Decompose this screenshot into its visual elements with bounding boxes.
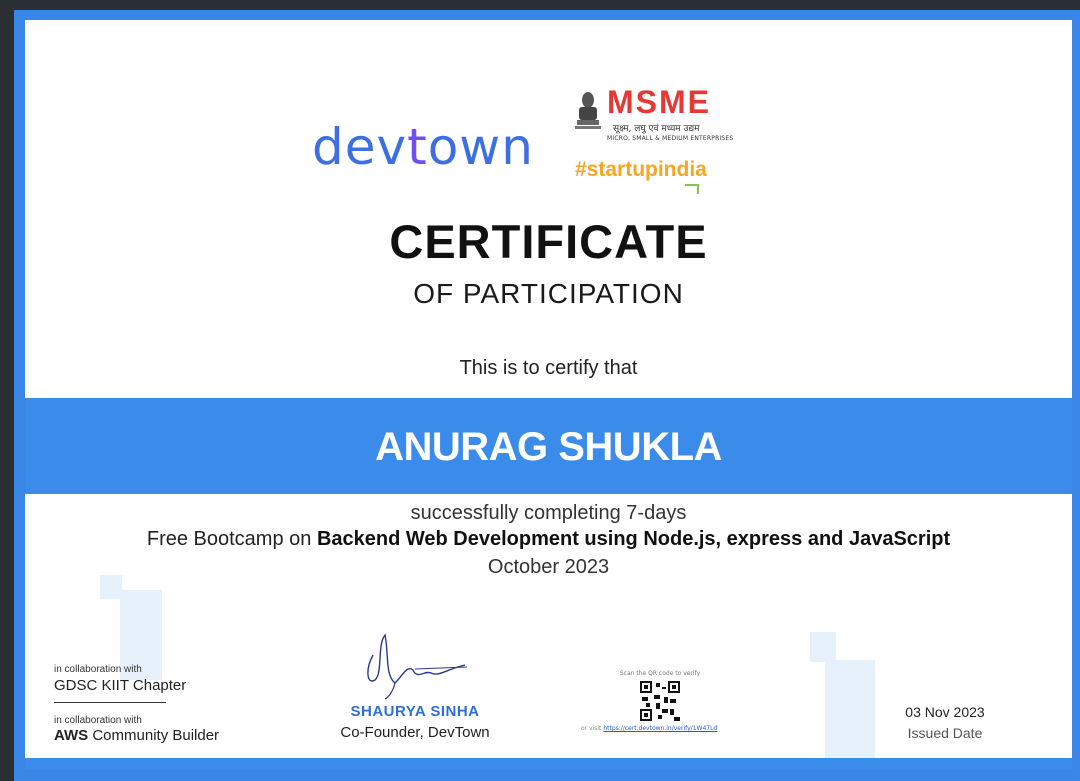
certificate-title: CERTIFICATE xyxy=(389,215,708,268)
recipient-name: ANURAG SHUKLA xyxy=(375,425,722,469)
certificate-sheet: devtown MSME सूक्ष्म, लघु एवं मध्यम उद्य… xyxy=(25,20,1072,770)
issued-date: 03 Nov 2023 xyxy=(905,704,985,720)
startupindia-logo: #startupindia xyxy=(575,158,707,181)
devtown-logo: devtown xyxy=(312,118,534,176)
collab2-name: AWS Community Builder xyxy=(54,727,220,744)
bootcamp-line: Free Bootcamp on Backend Web Development… xyxy=(146,528,951,550)
signature-icon xyxy=(367,633,468,700)
msme-wordmark: MSME xyxy=(607,84,711,120)
certify-text: This is to certify that xyxy=(459,357,638,379)
completion-line: successfully completing 7-days xyxy=(410,502,687,524)
collab1-name: GDSC KIIT Chapter xyxy=(54,677,187,694)
qr-code-icon[interactable] xyxy=(640,681,680,721)
decor-block xyxy=(825,660,875,760)
startup-mark-icon xyxy=(685,184,699,194)
collab2-caption: in collaboration with xyxy=(54,715,142,726)
msme-english-text: MICRO, SMALL & MEDIUM ENTERPRISES xyxy=(607,135,734,142)
bottom-band xyxy=(25,758,1072,770)
certificate-subtitle: OF PARTICIPATION xyxy=(413,278,684,309)
issued-date-label: Issued Date xyxy=(907,725,983,741)
qr-scan-text: Scan the QR code to verify xyxy=(619,670,701,677)
decor-block xyxy=(810,632,836,662)
course-date: October 2023 xyxy=(487,556,610,578)
collab1-caption: in collaboration with xyxy=(54,664,142,675)
msme-hindi-text: सूक्ष्म, लघु एवं मध्यम उद्यम xyxy=(613,124,700,134)
signatory-role: Co-Founder, DevTown xyxy=(340,724,490,741)
signatory-name: SHAURYA SINHA xyxy=(350,703,480,720)
verify-link[interactable]: https://cert.devtown.in/verify/1W47Ld xyxy=(603,725,717,732)
emblem-icon xyxy=(575,92,601,129)
qr-visit-text: or visit https://cert.devtown.in/verify/… xyxy=(581,725,718,732)
collab-divider xyxy=(54,702,166,703)
